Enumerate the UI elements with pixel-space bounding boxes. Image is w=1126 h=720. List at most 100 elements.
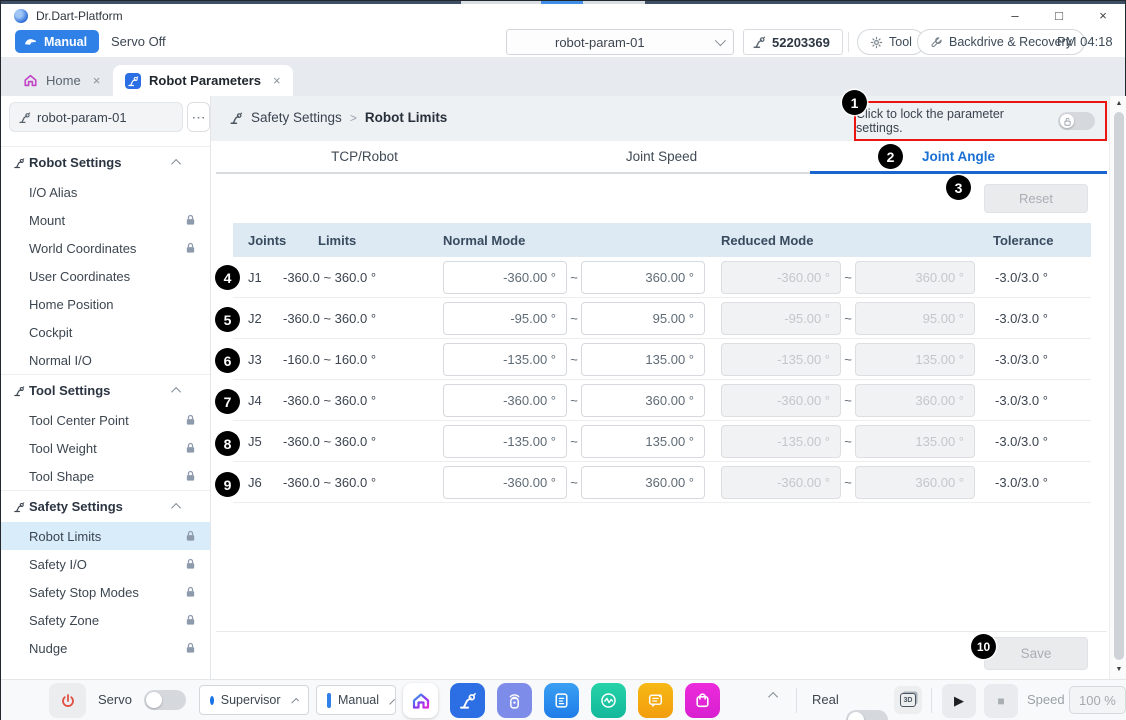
sidebar-item[interactable]: Tool Shape: [1, 462, 210, 490]
tab-robot-parameters[interactable]: Robot Parameters ×: [113, 65, 293, 96]
dock-store-app[interactable]: [685, 683, 720, 718]
table-body: J1 -360.0 ~ 360.0 ° -360.00 ° ~ 360.00 °…: [233, 257, 1091, 503]
vertical-scrollbar[interactable]: ▲ ▼: [1109, 96, 1126, 679]
sidebar-item[interactable]: Safety Settings: [1, 490, 210, 522]
normal-min-input[interactable]: -135.00 °: [443, 425, 567, 458]
manual-mode-icon: [327, 693, 331, 708]
sidebar-item-label: Tool Center Point: [29, 413, 170, 428]
tool-button[interactable]: Tool: [857, 29, 925, 55]
clock: PM 04:18: [1057, 34, 1113, 49]
normal-max-input[interactable]: 360.00 °: [581, 466, 705, 499]
normal-min-input[interactable]: -135.00 °: [443, 343, 567, 376]
tool-button-label: Tool: [889, 35, 912, 49]
sidebar-item[interactable]: I/O Alias: [1, 178, 210, 206]
range-tilde: ~: [567, 352, 581, 367]
normal-max-input[interactable]: 95.00 °: [581, 302, 705, 335]
annotation-badge-2: 2: [878, 144, 903, 169]
robot-parameters-icon: [125, 73, 141, 89]
tab-home-close-icon[interactable]: ×: [93, 73, 101, 88]
scroll-up-icon[interactable]: ▲: [1110, 100, 1126, 107]
sidebar-item[interactable]: Robot Limits: [1, 522, 210, 550]
reduced-max-input: 360.00 °: [855, 261, 975, 294]
simulator-3d-button[interactable]: 3D: [894, 686, 922, 714]
sidebar-item[interactable]: Mount: [1, 206, 210, 234]
tab-joint-angle[interactable]: Joint Angle: [810, 141, 1107, 172]
tab-robot-parameters-close-icon[interactable]: ×: [273, 73, 281, 88]
robot-parameters-app-icon: [458, 691, 477, 710]
lock-icon: [185, 242, 196, 254]
robot-mode-select[interactable]: Manual: [316, 685, 396, 715]
lock-settings-toggle[interactable]: [1058, 112, 1095, 130]
normal-max-input[interactable]: 135.00 °: [581, 425, 705, 458]
user-role-select[interactable]: Supervisor: [199, 685, 309, 715]
tab-tcp-robot[interactable]: TCP/Robot: [216, 141, 513, 172]
more-options-button[interactable]: ⋯: [187, 102, 210, 132]
sidebar-item[interactable]: Tool Weight: [1, 434, 210, 462]
sidebar-item[interactable]: Safety Zone: [1, 606, 210, 634]
sidebar-item[interactable]: Safety I/O: [1, 550, 210, 578]
lock-icon: [185, 530, 196, 542]
range-tilde: ~: [841, 393, 855, 408]
tab-home[interactable]: Home ×: [11, 65, 112, 96]
dock-virtual-pendant-app[interactable]: [497, 683, 532, 718]
reduced-max-input: 360.00 °: [855, 384, 975, 417]
sidebar-item[interactable]: Nudge: [1, 634, 210, 662]
dock-monitoring-app[interactable]: [591, 683, 626, 718]
dock-collapse-chevron-icon[interactable]: [768, 692, 778, 702]
breadcrumb-section[interactable]: Safety Settings: [251, 110, 342, 125]
servo-toggle[interactable]: [144, 690, 186, 710]
dock-task-writer-app[interactable]: [544, 683, 579, 718]
sidebar-item[interactable]: Safety Stop Modes: [1, 578, 210, 606]
normal-min-input[interactable]: -95.00 °: [443, 302, 567, 335]
dock-robot-parameters-app[interactable]: [450, 683, 485, 718]
normal-max-input[interactable]: 135.00 °: [581, 343, 705, 376]
save-button[interactable]: Save: [984, 637, 1088, 670]
reset-button[interactable]: Reset: [984, 184, 1088, 213]
sidebar-item-label: Mount: [29, 213, 170, 228]
chevron-up-icon[interactable]: [171, 503, 181, 513]
normal-max-input[interactable]: 360.00 °: [581, 384, 705, 417]
stop-button[interactable]: ■: [984, 684, 1018, 718]
minimize-button[interactable]: –: [993, 8, 1037, 23]
param-name-field[interactable]: robot-param-01: [9, 102, 183, 132]
sidebar-item[interactable]: World Coordinates: [1, 234, 210, 262]
home-app-icon: [411, 691, 431, 711]
sidebar-item[interactable]: Cockpit: [1, 318, 210, 346]
manual-mode-button[interactable]: Manual: [15, 30, 99, 53]
annotation-badge-4: 4: [215, 265, 240, 290]
maximize-button[interactable]: □: [1037, 8, 1081, 23]
dock-message-app[interactable]: [638, 683, 673, 718]
annotation-badge-9: 9: [215, 472, 240, 497]
normal-min-input[interactable]: -360.00 °: [443, 466, 567, 499]
dock-home-app[interactable]: [403, 683, 438, 718]
normal-min-input[interactable]: -360.00 °: [443, 261, 567, 294]
normal-max-input[interactable]: 360.00 °: [581, 261, 705, 294]
divider: [931, 688, 932, 713]
joint-tolerance: -3.0/3.0 °: [991, 311, 1091, 326]
sidebar-item[interactable]: Normal I/O: [1, 346, 210, 374]
chevron-up-icon[interactable]: [171, 387, 181, 397]
servo-status-text: Servo Off: [111, 34, 166, 49]
tab-joint-speed[interactable]: Joint Speed: [513, 141, 810, 172]
scroll-down-icon[interactable]: ▼: [1110, 666, 1126, 673]
sidebar-item[interactable]: Tool Center Point: [1, 406, 210, 434]
sidebar-item[interactable]: Home Position: [1, 290, 210, 318]
annotation-badge-5: 5: [215, 307, 240, 332]
param-file-dropdown[interactable]: robot-param-01: [506, 29, 734, 55]
range-tilde: ~: [841, 434, 855, 449]
speed-value[interactable]: 100 %: [1069, 686, 1126, 714]
scrollbar-thumb[interactable]: [1114, 112, 1124, 660]
sidebar-item[interactable]: Tool Settings: [1, 374, 210, 406]
sidebar-item[interactable]: User Coordinates: [1, 262, 210, 290]
reduced-max-input: 95.00 °: [855, 302, 975, 335]
real-mode-toggle[interactable]: [846, 710, 888, 720]
play-button[interactable]: ▶: [942, 684, 976, 718]
close-button[interactable]: ×: [1081, 8, 1125, 23]
chevron-up-icon[interactable]: [171, 159, 181, 169]
power-button[interactable]: [49, 683, 86, 718]
normal-min-input[interactable]: -360.00 °: [443, 384, 567, 417]
3d-icon: 3D: [900, 693, 916, 707]
sidebar-item[interactable]: Robot Settings: [1, 146, 210, 178]
joint-tolerance: -3.0/3.0 °: [991, 352, 1091, 367]
reduced-max-input: 135.00 °: [855, 343, 975, 376]
